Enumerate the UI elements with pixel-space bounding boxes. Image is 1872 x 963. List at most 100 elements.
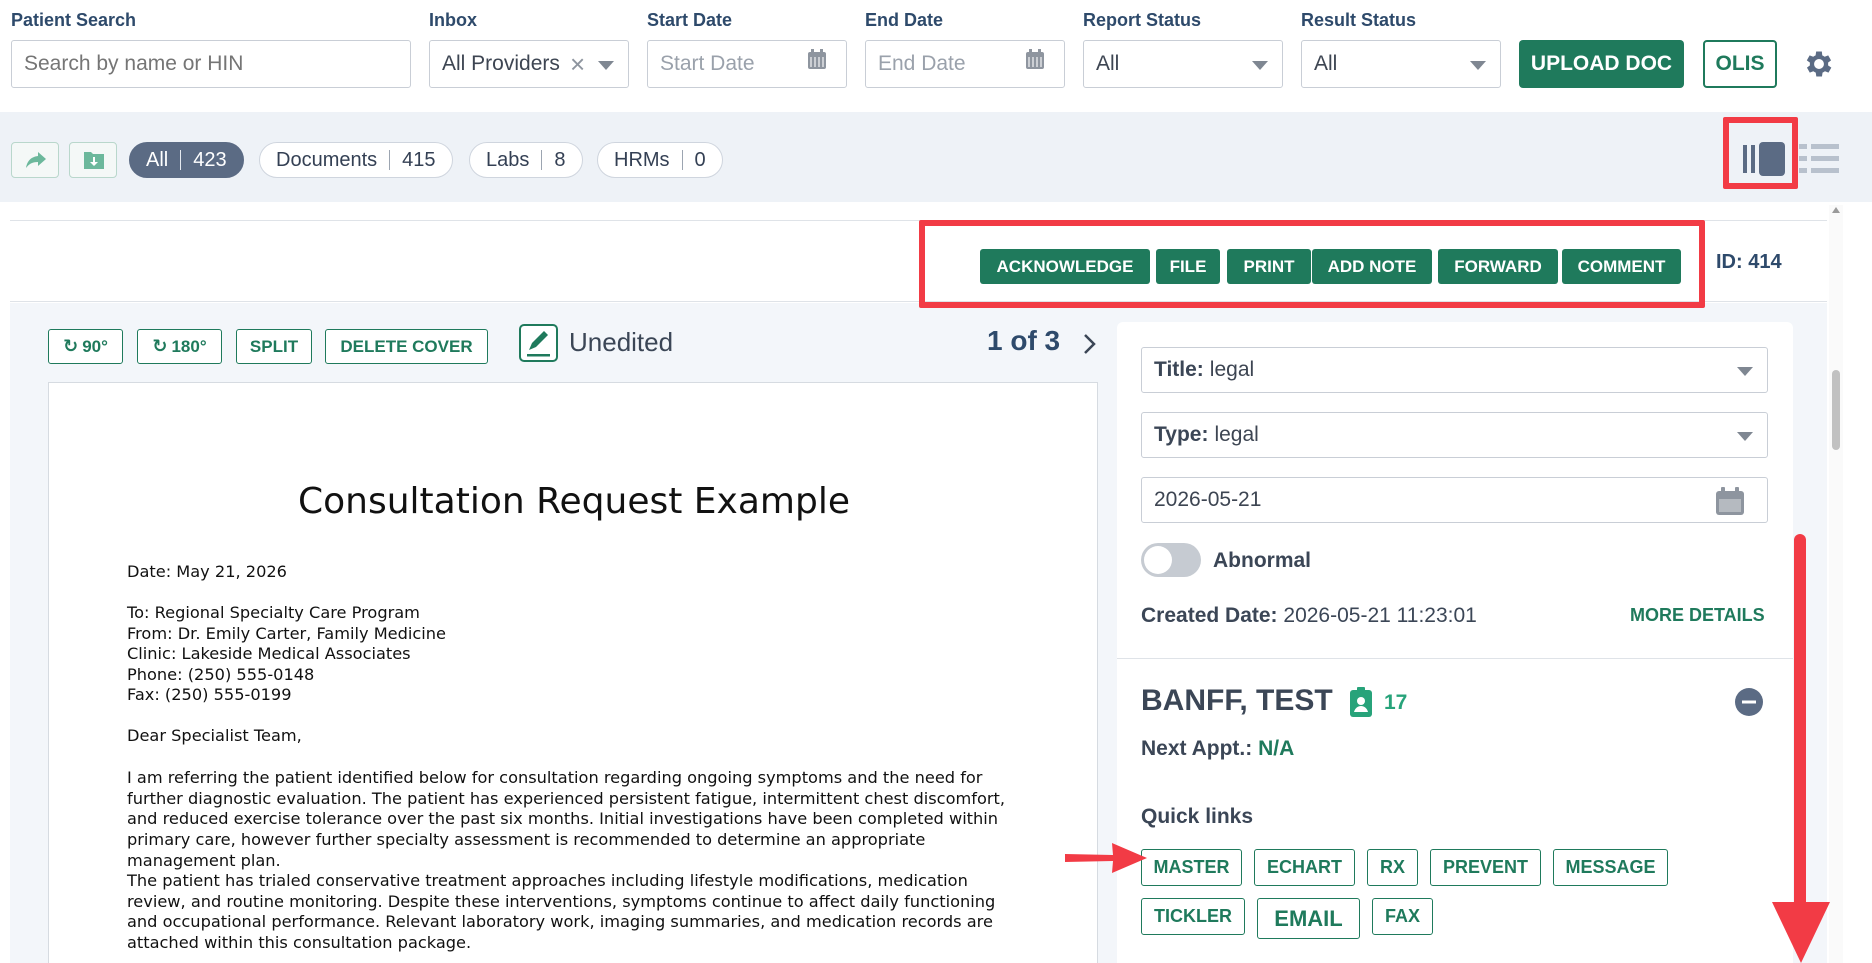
patient-name: BANFF, TEST <box>1141 684 1333 717</box>
patient-id-badge-icon <box>1350 687 1372 717</box>
date-value: 2026-05-21 <box>1154 488 1262 511</box>
file-button[interactable] <box>69 142 117 178</box>
document-page: Consultation Request Example Date: May 2… <box>48 382 1098 963</box>
tab-labs[interactable]: Labs 8 <box>469 142 583 178</box>
document-paragraph-1: I am referring the patient identified be… <box>127 768 1006 870</box>
calendar-icon <box>808 49 826 69</box>
date-input[interactable]: 2026-05-21 <box>1141 477 1768 523</box>
created-date: Created Date: 2026-05-21 11:23:01 <box>1141 604 1477 628</box>
calendar-icon <box>1026 49 1044 69</box>
tab-all[interactable]: All 423 <box>129 142 244 178</box>
document-greeting: Dear Specialist Team, <box>127 726 302 745</box>
email-link-button[interactable]: EMAIL <box>1257 898 1360 939</box>
page-indicator: 1 of 3 <box>987 325 1061 356</box>
tab-documents[interactable]: Documents 415 <box>259 142 453 178</box>
rotate-90-button[interactable]: ↻ 90° <box>48 329 123 364</box>
chevron-down-icon <box>1737 367 1753 376</box>
document-date: Date: May 21, 2026 <box>127 562 287 581</box>
type-select[interactable]: Type: legal <box>1141 412 1768 458</box>
forward-button[interactable] <box>11 142 59 178</box>
chevron-down-icon <box>598 61 614 70</box>
list-view-icon[interactable] <box>1799 142 1839 176</box>
patient-age: 17 <box>1384 691 1408 714</box>
toggle-knob <box>1144 546 1172 574</box>
rx-link-button[interactable]: RX <box>1367 849 1418 886</box>
rotate-icon: ↻ <box>63 336 79 356</box>
message-link-button[interactable]: MESSAGE <box>1553 849 1668 886</box>
tab-label: HRMs <box>614 148 670 171</box>
scroll-up-arrow[interactable] <box>1832 207 1840 213</box>
master-link-button[interactable]: MASTER <box>1141 849 1242 886</box>
result-status-label: Result Status <box>1301 10 1417 30</box>
report-status-label: Report Status <box>1083 10 1202 30</box>
upload-doc-button[interactable]: UPLOAD DOC <box>1519 40 1684 88</box>
type-label: Type: <box>1154 423 1209 446</box>
tickler-link-button[interactable]: TICKLER <box>1141 898 1245 935</box>
document-id: ID: 414 <box>1716 251 1782 273</box>
document-clinic: Clinic: Lakeside Medical Associates <box>127 644 411 663</box>
split-button[interactable]: SPLIT <box>236 329 312 364</box>
start-date-label: Start Date <box>647 10 733 30</box>
result-status-select[interactable]: All <box>1301 40 1501 88</box>
edit-status: Unedited <box>569 327 674 357</box>
inbox-select-value: All Providers <box>442 52 560 75</box>
abnormal-label: Abnormal <box>1213 549 1312 572</box>
inbox-select[interactable]: All Providers × <box>429 40 629 88</box>
gear-icon[interactable] <box>1802 47 1836 81</box>
tab-count: 8 <box>554 148 566 171</box>
inbox-page: Patient Search Inbox All Providers × Sta… <box>0 0 1872 963</box>
next-appt-label: Next Appt.: <box>1141 737 1253 760</box>
chevron-down-icon <box>1470 61 1486 70</box>
patient-search-label: Patient Search <box>11 10 137 30</box>
title-label: Title: <box>1154 358 1204 381</box>
report-status-select[interactable]: All <box>1083 40 1283 88</box>
echart-link-button[interactable]: ECHART <box>1254 849 1355 886</box>
calendar-icon[interactable] <box>1715 486 1745 516</box>
olis-button[interactable]: OLIS <box>1703 40 1777 88</box>
scrollbar-thumb[interactable] <box>1832 370 1840 450</box>
tab-label: Documents <box>276 148 378 171</box>
start-date-placeholder: Start Date <box>660 52 755 75</box>
edit-document-icon[interactable] <box>519 324 558 362</box>
fax-link-button[interactable]: FAX <box>1372 898 1433 935</box>
tab-count: 423 <box>193 148 227 171</box>
collapse-icon[interactable] <box>1734 687 1764 717</box>
end-date-input[interactable]: End Date <box>865 40 1065 88</box>
report-status-value: All <box>1096 52 1120 75</box>
rotate-180-label: 180° <box>171 336 207 356</box>
clear-icon[interactable]: × <box>570 49 585 80</box>
rotate-icon: ↻ <box>152 336 168 356</box>
inbox-label: Inbox <box>429 10 477 30</box>
chevron-down-icon <box>1252 61 1268 70</box>
tab-bar: All 423 Documents 415 Labs 8 HRMs 0 <box>0 112 1872 202</box>
chevron-right-icon[interactable] <box>1082 333 1096 355</box>
document-paragraph-2: The patient has trialed conservative tre… <box>127 871 996 953</box>
quick-links-label: Quick links <box>1141 805 1254 828</box>
type-value: legal <box>1214 423 1259 446</box>
title-select[interactable]: Title: legal <box>1141 347 1768 393</box>
title-value: legal <box>1209 358 1255 381</box>
more-details-link[interactable]: MORE DETAILS <box>1630 605 1765 626</box>
patient-search-input[interactable] <box>11 40 411 88</box>
delete-cover-button[interactable]: DELETE COVER <box>325 329 488 364</box>
tab-count: 415 <box>402 148 436 171</box>
document-to: To: Regional Specialty Care Program <box>127 603 420 622</box>
abnormal-toggle[interactable] <box>1141 543 1201 577</box>
annotation-arrow-down <box>1772 534 1830 963</box>
start-date-input[interactable]: Start Date <box>647 40 847 88</box>
highlight-box-view-toggle <box>1723 117 1798 189</box>
rotate-90-label: 90° <box>82 336 108 356</box>
highlight-box-actions <box>919 220 1705 308</box>
tab-hrms[interactable]: HRMs 0 <box>597 142 723 178</box>
document-fax: Fax: (250) 555-0199 <box>127 685 292 704</box>
next-appt-value: N/A <box>1258 737 1295 760</box>
next-appointment: Next Appt.: N/A <box>1141 737 1294 761</box>
created-date-label: Created Date: <box>1141 604 1278 627</box>
document-title: Consultation Request Example <box>298 481 850 522</box>
prevent-link-button[interactable]: PREVENT <box>1430 849 1541 886</box>
rotate-180-button[interactable]: ↻ 180° <box>137 329 222 364</box>
tab-label: Labs <box>486 148 530 171</box>
document-from: From: Dr. Emily Carter, Family Medicine <box>127 624 447 643</box>
end-date-placeholder: End Date <box>878 52 966 75</box>
share-icon <box>26 152 46 168</box>
